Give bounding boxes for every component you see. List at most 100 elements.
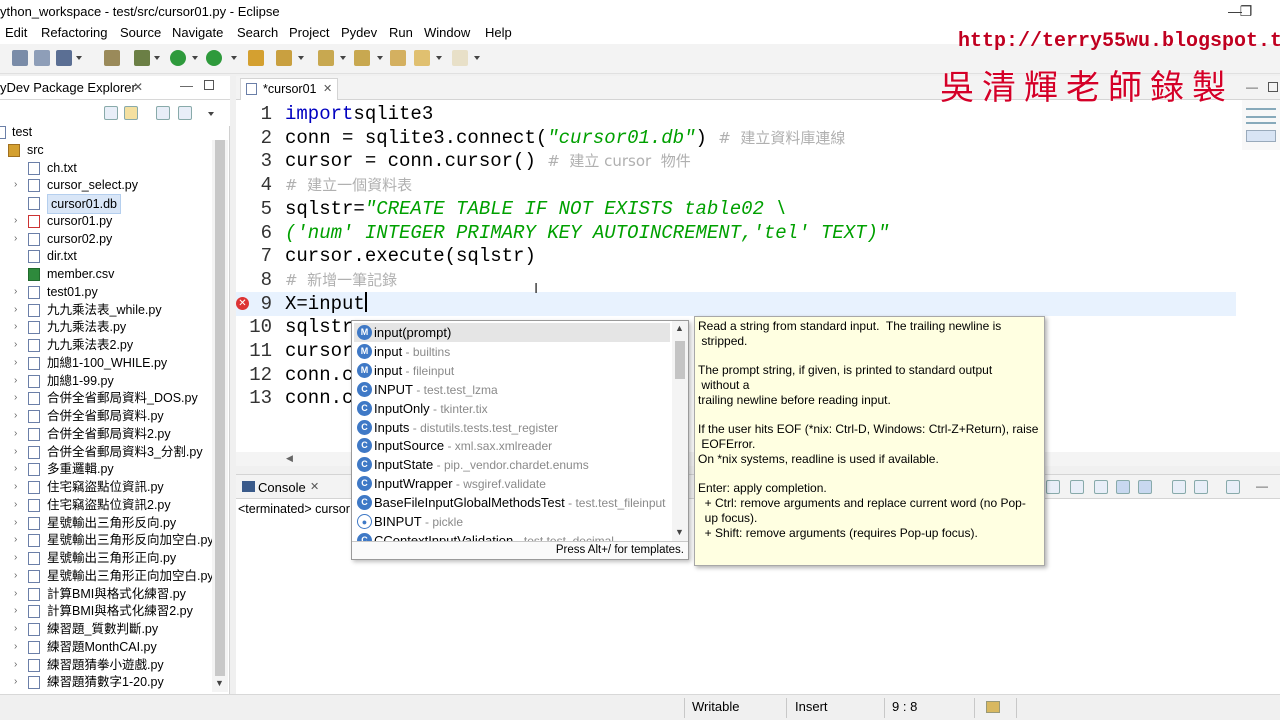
autocomplete-popup[interactable]: Minput(prompt) Minput - builtins Minput - …	[351, 320, 689, 560]
collapse-icon[interactable]: ›	[14, 283, 24, 301]
collapse-icon[interactable]: ›	[14, 336, 24, 354]
collapse-icon[interactable]: ›	[14, 585, 24, 603]
tree-item[interactable]: › 合併全省郵局資料2.py	[0, 425, 212, 443]
collapse-icon[interactable]: ›	[14, 176, 24, 194]
pin-console-icon[interactable]	[1172, 480, 1186, 494]
print-icon[interactable]	[56, 50, 72, 66]
code-text[interactable]: sqlstr="CREATE TABLE IF NOT EXISTS table…	[285, 197, 787, 221]
code-line[interactable]: 5 sqlstr="CREATE TABLE IF NOT EXISTS tabl…	[236, 197, 1236, 221]
chevron-down-icon[interactable]	[154, 56, 160, 60]
collapse-icon[interactable]: ›	[14, 389, 24, 407]
autocomplete-scrollbar[interactable]: ▲ ▼	[672, 321, 688, 541]
code-text[interactable]: cursor	[285, 339, 353, 363]
forward-icon[interactable]	[452, 50, 468, 66]
code-text[interactable]: conn.c	[285, 363, 353, 387]
tree-item[interactable]: › 九九乘法表.py	[0, 318, 212, 336]
menu-navigate[interactable]: Navigate	[172, 25, 223, 40]
tree-item[interactable]: › 星號輸出三角形正向.py	[0, 549, 212, 567]
tree-item[interactable]: › 加總1-100_WHILE.py	[0, 354, 212, 372]
autocomplete-item[interactable]: Minput - fileinput	[354, 361, 670, 380]
collapse-icon[interactable]: ›	[14, 620, 24, 638]
tree-item[interactable]: › 住宅竊盜點位資訊.py	[0, 478, 212, 496]
tree-item[interactable]: › 星號輸出三角形正向加空白.py	[0, 567, 214, 585]
autocomplete-item[interactable]: Minput(prompt)	[354, 323, 670, 342]
code-text[interactable]: conn.c	[285, 386, 353, 410]
autocomplete-item[interactable]: C InputWrapper - wsgiref.validate	[354, 474, 670, 493]
collapse-icon[interactable]: ›	[14, 478, 24, 496]
tree-item[interactable]: › cursor01.py	[0, 212, 212, 230]
terminate-icon[interactable]	[1046, 480, 1060, 494]
code-text[interactable]: cursor = conn.cursor() # 建立 cursor 物件	[285, 149, 691, 173]
link-with-editor-icon[interactable]	[124, 106, 138, 120]
collapse-icon[interactable]: ›	[14, 531, 24, 549]
remove-launch-icon[interactable]	[1070, 480, 1084, 494]
collapse-icon[interactable]: ›	[14, 567, 24, 585]
menu-search[interactable]: Search	[237, 25, 278, 40]
last-edit-icon[interactable]	[390, 50, 406, 66]
tree-item[interactable]: › 練習題猜拳小遊戲.py	[0, 656, 212, 674]
code-text[interactable]: ('num' INTEGER PRIMARY KEY AUTOINCREMENT…	[285, 221, 889, 245]
next-annotation-icon[interactable]	[318, 50, 334, 66]
menu-run[interactable]: Run	[389, 25, 413, 40]
maximize-icon[interactable]	[204, 80, 214, 90]
scrollbar-thumb[interactable]	[675, 341, 685, 379]
autocomplete-item[interactable]: C BaseFileInputGlobalMethodsTest - test.t…	[354, 493, 670, 512]
collapse-icon[interactable]: ›	[14, 656, 24, 674]
code-text[interactable]: importsqlite3	[285, 102, 433, 126]
menu-edit[interactable]: Edit	[5, 25, 27, 40]
open-folder-icon[interactable]	[248, 50, 264, 66]
tree-item[interactable]: ch.txt	[0, 159, 212, 177]
chevron-down-icon[interactable]	[474, 56, 480, 60]
tree-item[interactable]: › 九九乘法表2.py	[0, 336, 212, 354]
tree-item[interactable]: › 合併全省郵局資料3_分割.py	[0, 443, 212, 461]
scroll-up-icon[interactable]: ▲	[675, 323, 684, 333]
collapse-icon[interactable]: ›	[14, 407, 24, 425]
autocomplete-item[interactable]: C InputSource - xml.sax.xmlreader	[354, 436, 670, 455]
tree-item[interactable]: › 練習題猜數字1-20.py	[0, 673, 212, 691]
tree-item[interactable]: ▾test	[0, 123, 212, 141]
menu-refactoring[interactable]: Refactoring	[41, 25, 107, 40]
save-all-icon[interactable]	[34, 50, 50, 66]
code-line[interactable]: 6 ('num' INTEGER PRIMARY KEY AUTOINCREMEN…	[236, 221, 1236, 245]
collapse-icon[interactable]: ›	[14, 549, 24, 567]
collapse-icon[interactable]: ›	[14, 673, 24, 691]
debug-icon[interactable]	[134, 50, 150, 66]
tree-item[interactable]: › 練習題_質數判斷.py	[0, 620, 212, 638]
tree-item[interactable]: › 多重邏輯.py	[0, 460, 212, 478]
console-title[interactable]: Console	[258, 480, 306, 495]
tree-item[interactable]: › 九九乘法表_while.py	[0, 301, 212, 319]
prev-annotation-icon[interactable]	[354, 50, 370, 66]
minimize-icon[interactable]: —	[1256, 479, 1268, 493]
chevron-down-icon[interactable]	[340, 56, 346, 60]
code-line[interactable]: 3 cursor = conn.cursor() # 建立 cursor 物件	[236, 149, 1236, 173]
collapse-icon[interactable]: ›	[14, 514, 24, 532]
view-menu-icon[interactable]	[208, 112, 214, 116]
autocomplete-item[interactable]: C Inputs - distutils.tests.test_register	[354, 418, 670, 437]
tree-item[interactable]: › test01.py	[0, 283, 212, 301]
save-icon[interactable]	[12, 50, 28, 66]
run-icon[interactable]	[170, 50, 186, 66]
explorer-scrollbar[interactable]: ▼	[212, 140, 228, 692]
collapse-all-icon[interactable]	[104, 106, 118, 120]
code-line[interactable]: 8 # 新增一筆記錄	[236, 268, 1236, 292]
collapse-icon[interactable]: ›	[14, 318, 24, 336]
external-tools-icon[interactable]	[206, 50, 222, 66]
tree-item[interactable]: › 星號輸出三角形反向加空白.py	[0, 531, 214, 549]
chevron-down-icon[interactable]	[436, 56, 442, 60]
close-icon[interactable]: ✕	[323, 79, 332, 99]
code-text[interactable]: # 建立一個資料表	[285, 173, 412, 197]
display-console-icon[interactable]	[1194, 480, 1208, 494]
tree-item[interactable]: › 計算BMI與格式化練習2.py	[0, 602, 212, 620]
tree-item[interactable]: › 計算BMI與格式化練習.py	[0, 585, 212, 603]
tree-item[interactable]: › cursor_select.py	[0, 176, 212, 194]
tree-item[interactable]: › 星號輸出三角形反向.py	[0, 514, 212, 532]
progress-icon[interactable]	[986, 701, 1000, 713]
tree-item[interactable]: › cursor02.py	[0, 230, 212, 248]
collapse-icon[interactable]: ›	[14, 496, 24, 514]
collapse-icon[interactable]: ›	[14, 460, 24, 478]
collapse-icon[interactable]: ›	[14, 212, 24, 230]
filter-icon[interactable]	[156, 106, 170, 120]
tree-item[interactable]: › 加總1-99.py	[0, 372, 212, 390]
close-icon[interactable]: ✕	[310, 480, 319, 493]
menu-pydev[interactable]: Pydev	[341, 25, 377, 40]
